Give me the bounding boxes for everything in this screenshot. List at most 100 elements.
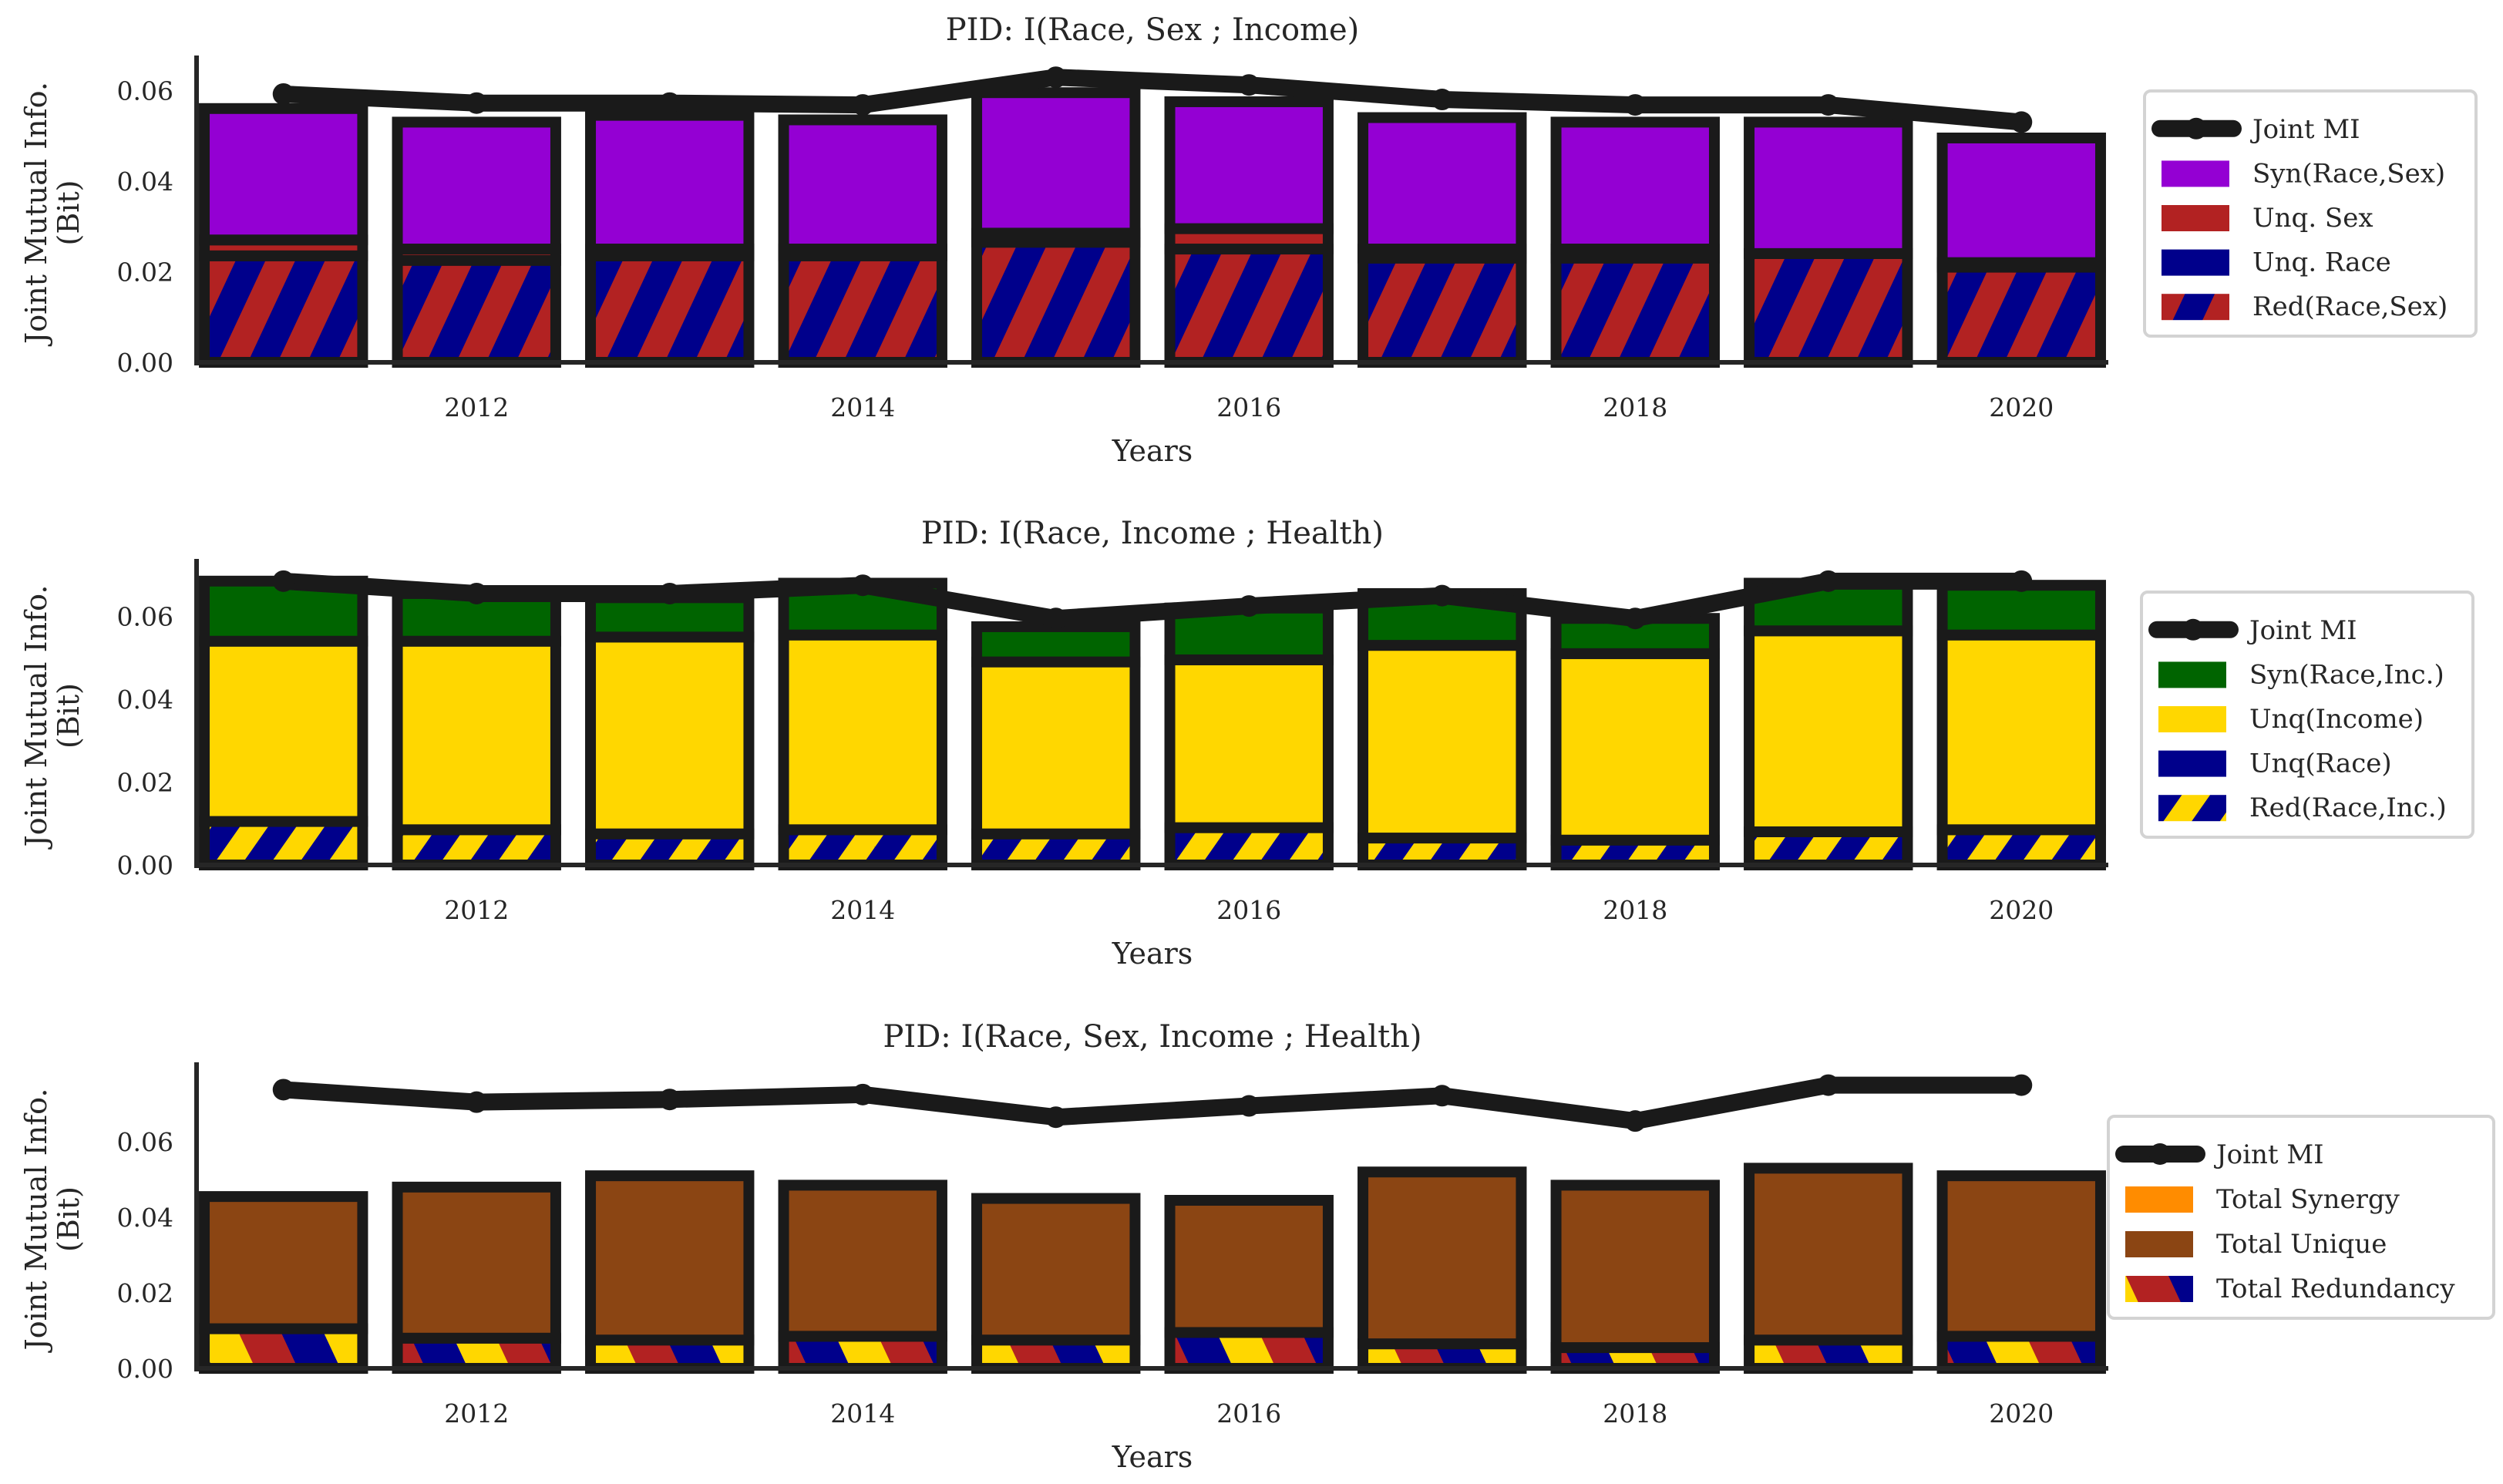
legend-item: Unq. Sex xyxy=(2162,203,2373,234)
legend-item: Unq(Income) xyxy=(2158,704,2424,735)
y-axis-label-unit: (Bit) xyxy=(52,180,86,246)
bar-segment-red-race-sex xyxy=(199,250,368,368)
bar-segment-red-race-sex xyxy=(585,250,755,368)
bar-stack-2020 xyxy=(1936,1170,2106,1374)
bar-segment-total-unique xyxy=(199,1191,368,1334)
chart-title: PID: I(Race, Income ; Health) xyxy=(921,516,1384,551)
legend-label: Joint MI xyxy=(2214,1139,2324,1170)
bar-segment-unq-income xyxy=(199,635,368,827)
legend-label: Unq(Income) xyxy=(2249,704,2424,735)
bar-segment-red-race-sex xyxy=(1357,252,1527,368)
bar-segment-syn-race-sex xyxy=(199,103,368,246)
joint-mi-point-2019 xyxy=(1817,94,1839,116)
bar-segment-unq-income xyxy=(585,631,755,840)
y-tick-label: 0.00 xyxy=(117,1354,173,1384)
legend-item: Unq(Race) xyxy=(2158,749,2392,779)
bar-stack-2018 xyxy=(1550,613,1720,870)
y-tick-label: 0.04 xyxy=(117,167,173,197)
bar-segment-unq-income xyxy=(778,629,947,836)
y-tick-label: 0.06 xyxy=(117,76,173,106)
joint-mi-point-2015 xyxy=(1045,1106,1067,1129)
legend-item: Red(Race,Inc.) xyxy=(2158,792,2447,823)
legend-item: Syn(Race,Inc.) xyxy=(2158,659,2444,690)
bar-segment-syn-race-sex xyxy=(971,87,1141,239)
joint-mi-point-2018 xyxy=(1624,1110,1647,1132)
x-tick-label: 2012 xyxy=(444,895,509,925)
y-tick-label: 0.06 xyxy=(117,602,173,632)
y-axis-label-unit: (Bit) xyxy=(52,1186,86,1252)
legend-item: Total Redundancy xyxy=(2125,1274,2455,1304)
bar-stack-2012 xyxy=(392,116,561,368)
joint-mi-point-2019 xyxy=(1817,570,1839,592)
x-tick-label: 2018 xyxy=(1603,1398,1667,1428)
bar-stack-2012 xyxy=(392,1181,561,1375)
legend-label: Unq(Race) xyxy=(2249,749,2392,779)
x-tick-label: 2020 xyxy=(1989,392,2054,422)
bar-stack-2016 xyxy=(1164,1195,1334,1375)
bar-segment-total-unique xyxy=(392,1181,561,1344)
bar-stack-2014 xyxy=(778,1179,947,1374)
joint-mi-point-2019 xyxy=(1817,1074,1839,1096)
joint-mi-point-2012 xyxy=(466,92,488,114)
bar-stack-2015 xyxy=(971,1193,1141,1375)
bar-segment-total-unique xyxy=(1936,1170,2106,1342)
y-tick-label: 0.00 xyxy=(117,850,173,880)
legend-label: Unq. Sex xyxy=(2252,203,2373,234)
joint-mi-point-2013 xyxy=(658,92,681,114)
chart-panel-2: PID: I(Race, Income ; Health) Joint Mutua… xyxy=(19,516,2474,971)
legend-swatch xyxy=(2125,1186,2193,1213)
y-tick-label: 0.04 xyxy=(117,1203,173,1233)
legend-label: Joint MI xyxy=(2250,114,2360,145)
x-tick-label: 2018 xyxy=(1603,895,1667,925)
legend-label: Joint MI xyxy=(2247,615,2357,646)
bar-stack-2011 xyxy=(199,575,368,870)
x-tick-label: 2014 xyxy=(830,1398,895,1428)
joint-mi-point-2013 xyxy=(658,1089,681,1111)
bar-stack-2014 xyxy=(778,114,947,368)
joint-mi-point-2016 xyxy=(1238,595,1260,617)
bar-stack-2020 xyxy=(1936,580,2106,870)
chart-title: PID: I(Race, Sex, Income ; Health) xyxy=(883,1019,1421,1055)
bar-stack-2019 xyxy=(1744,577,1913,870)
legend-swatch xyxy=(2158,795,2226,822)
bar-segment-syn-race-sex xyxy=(1744,116,1913,259)
joint-mi-point-2015 xyxy=(1045,66,1067,89)
bar-segment-total-redundancy xyxy=(199,1323,368,1374)
bar-segment-syn-race-sex xyxy=(585,109,755,255)
x-tick-label: 2014 xyxy=(830,392,895,422)
x-tick-label: 2020 xyxy=(1989,895,2054,925)
joint-mi-point-2017 xyxy=(1431,89,1453,111)
bar-stack-2016 xyxy=(1164,96,1334,368)
legend-label: Total Redundancy xyxy=(2216,1274,2455,1304)
legend-label: Red(Race,Sex) xyxy=(2252,291,2447,322)
bar-segment-syn-race-inc xyxy=(971,621,1141,668)
joint-mi-point-2011 xyxy=(272,570,294,592)
bar-segment-total-unique xyxy=(1357,1166,1527,1350)
bar-stack-2017 xyxy=(1357,587,1527,870)
joint-mi-point-2020 xyxy=(2010,1074,2033,1096)
y-tick-label: 0.06 xyxy=(117,1127,173,1157)
bar-segment-total-unique xyxy=(1164,1195,1334,1338)
bar-stack-2019 xyxy=(1744,116,1913,368)
x-tick-label: 2018 xyxy=(1603,392,1667,422)
legend-label: Syn(Race,Inc.) xyxy=(2249,659,2444,690)
legend-dot-marker xyxy=(2185,117,2207,140)
x-axis-label: Years xyxy=(1112,937,1193,971)
joint-mi-point-2016 xyxy=(1238,1095,1260,1117)
joint-mi-point-2013 xyxy=(658,582,681,604)
legend-item: Total Unique xyxy=(2125,1229,2387,1260)
bar-stack-2018 xyxy=(1550,1179,1720,1375)
bar-stack-2014 xyxy=(778,577,947,870)
bar-segment-syn-race-sex xyxy=(392,116,561,255)
legend-swatch xyxy=(2158,706,2226,732)
bar-segment-red-race-sex xyxy=(778,250,947,368)
bar-segment-syn-race-inc xyxy=(1936,580,2106,641)
x-tick-label: 2016 xyxy=(1216,392,1281,422)
legend-swatch xyxy=(2162,205,2229,231)
legend: Joint MI Syn(Race,Inc.) Unq(Income) Unq(Rac… xyxy=(2140,591,2474,839)
y-axis-label: Joint Mutual Info. xyxy=(19,82,53,347)
bar-segment-red-race-sex xyxy=(1936,261,2106,368)
bar-segment-red-race-inc xyxy=(1164,822,1334,870)
x-tick-label: 2012 xyxy=(444,392,509,422)
joint-mi-point-2018 xyxy=(1624,94,1647,116)
